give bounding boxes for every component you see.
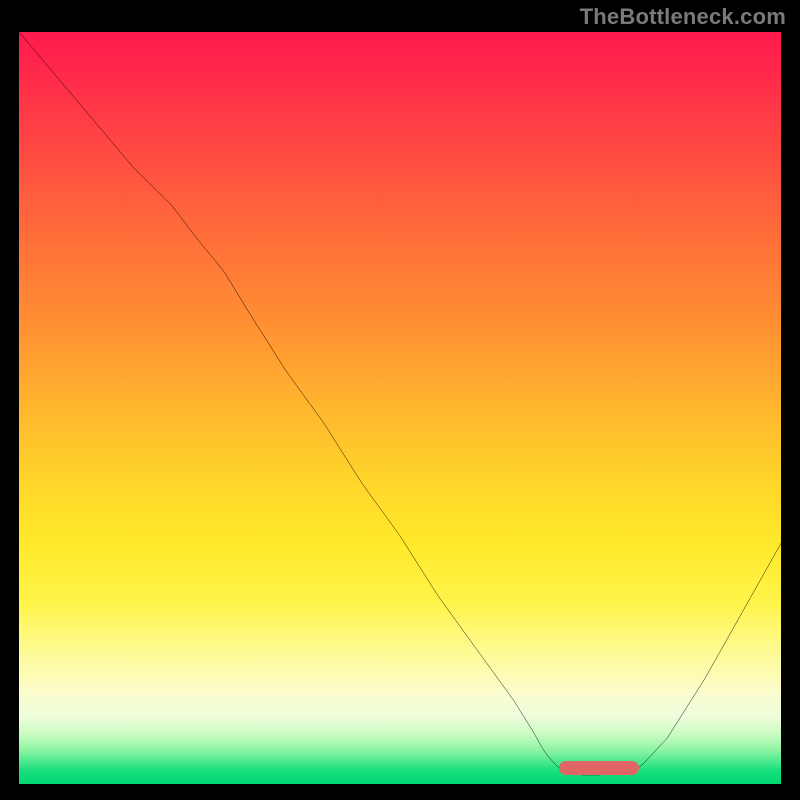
optimal-range-marker [559, 761, 639, 775]
bottleneck-curve-path [19, 32, 781, 775]
bottleneck-curve [19, 32, 781, 784]
watermark-text: TheBottleneck.com [580, 4, 786, 30]
plot-area [19, 32, 781, 784]
chart-frame [15, 28, 785, 788]
